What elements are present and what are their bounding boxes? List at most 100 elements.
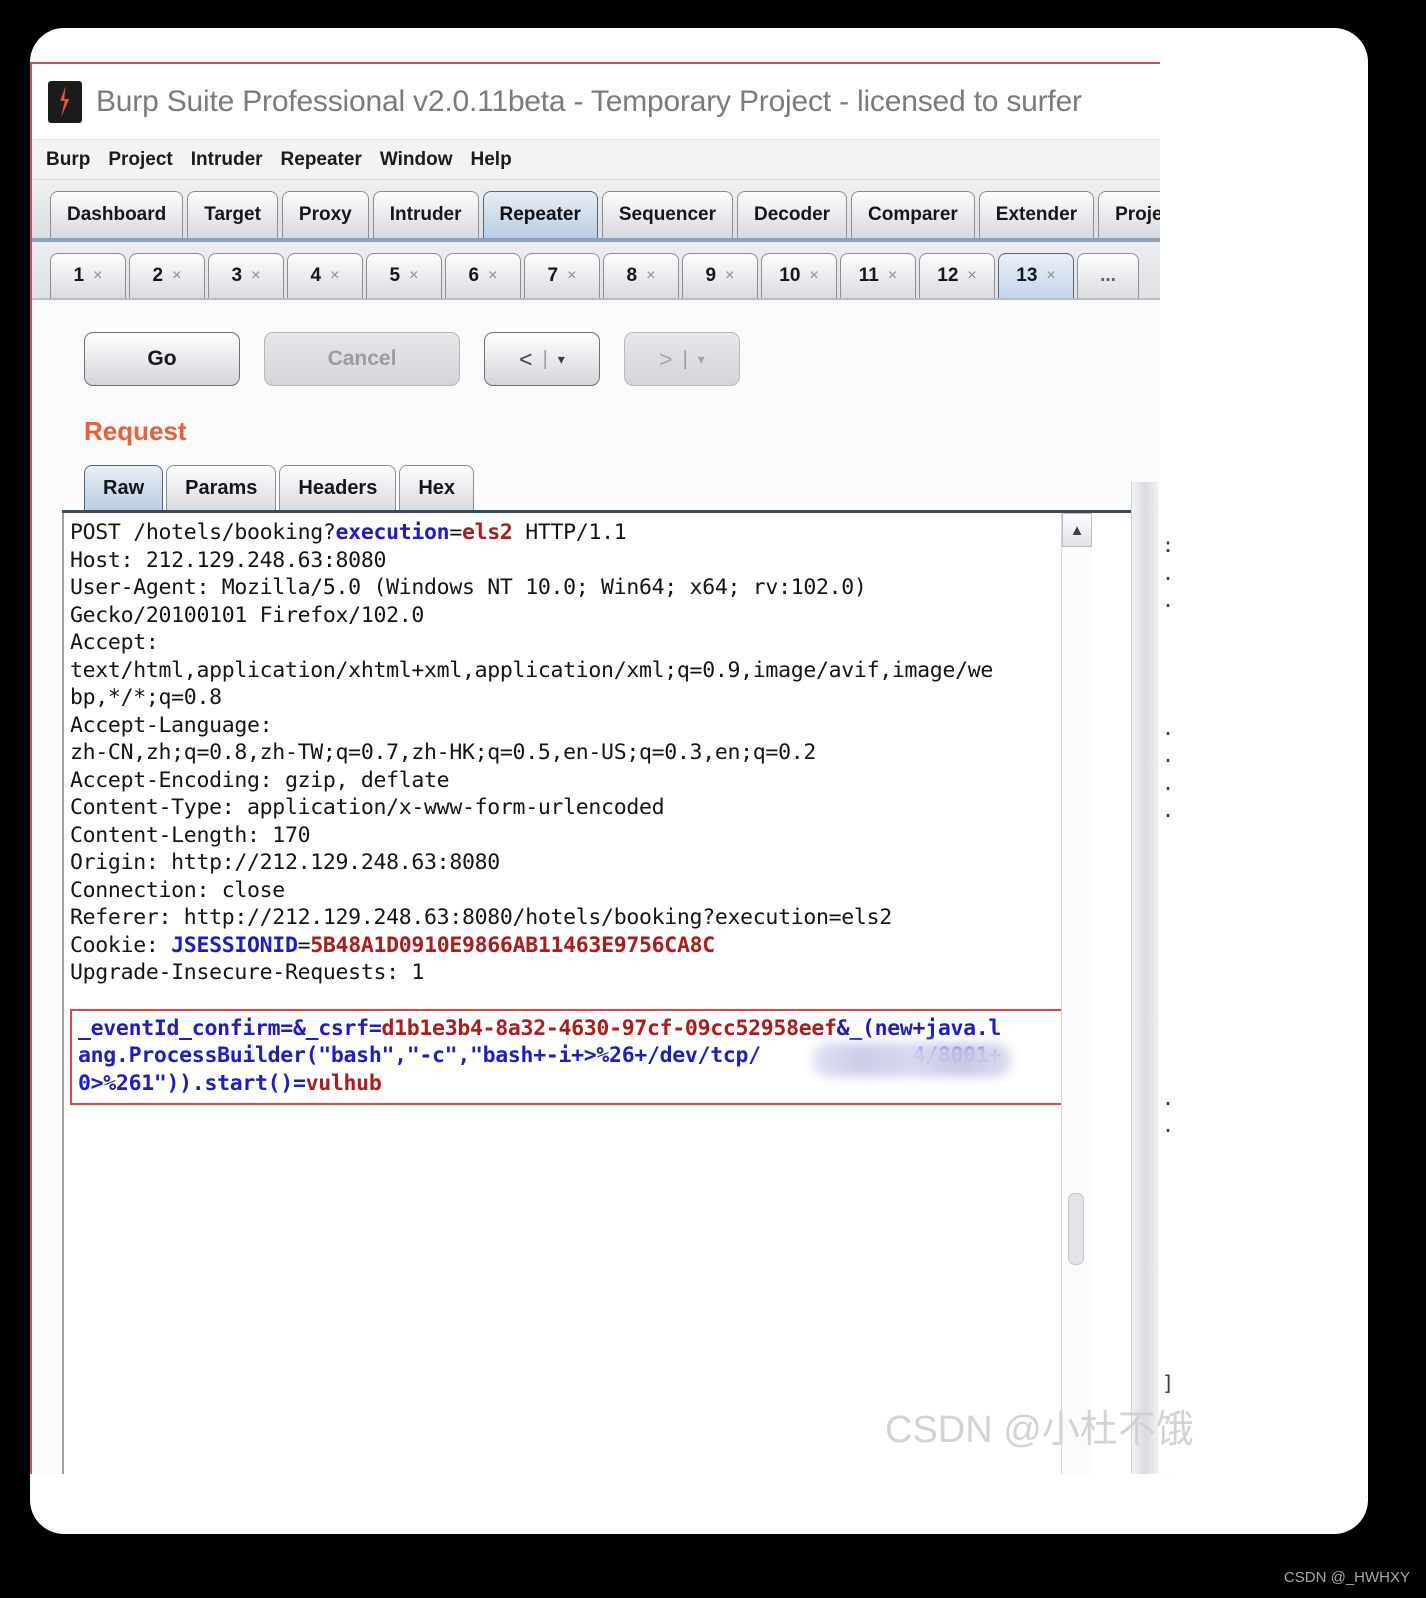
request-line: Upgrade-Insecure-Requests: 1 (70, 959, 1092, 987)
repeater-tab-9[interactable]: 9 × (682, 253, 758, 298)
response-fragment: : (1162, 533, 1175, 557)
response-fragment: . (1162, 1085, 1175, 1110)
repeater-tab-7-label: 7 (547, 265, 559, 286)
response-fragment: . (1162, 1113, 1175, 1137)
request-token: Accept-Encoding: gzip, deflate (70, 767, 450, 793)
repeater-tab-6-label: 6 (468, 265, 480, 286)
repeater-tab-1[interactable]: 1 × (50, 253, 126, 298)
repeater-tab-8[interactable]: 8 × (603, 253, 679, 298)
menu-item-repeater[interactable]: Repeater (281, 149, 362, 171)
tab-target[interactable]: Target (187, 191, 278, 238)
csdn-watermark: CSDN @小杜不饿 (885, 1409, 1194, 1451)
burp-suite-window: Burp Suite Professional v2.0.11beta - Te… (30, 62, 1160, 1474)
repeater-tab-2[interactable]: 2 × (129, 253, 205, 298)
request-token: Origin: http://212.129.248.63:8080 (70, 850, 500, 875)
tab-intruder[interactable]: Intruder (372, 191, 479, 238)
request-token: = (292, 1070, 306, 1096)
repeater-tab-6[interactable]: 6 × (445, 253, 521, 298)
request-editor-wrap: POST /hotels/booking?execution=els2 HTTP… (62, 510, 1134, 1474)
menu-item-help[interactable]: Help (471, 149, 512, 171)
request-line: _eventId_confirm=&_csrf=d1b1e3b4-8a32-46… (78, 1015, 1080, 1043)
repeater-tab-11[interactable]: 11 × (840, 253, 916, 298)
menu-item-project[interactable]: Project (108, 149, 172, 171)
close-icon[interactable]: × (251, 267, 260, 285)
repeater-tab-4[interactable]: 4 × (287, 253, 363, 298)
close-icon[interactable]: × (888, 267, 897, 285)
close-icon[interactable]: × (1046, 267, 1055, 285)
menu-item-burp[interactable]: Burp (46, 149, 90, 171)
repeater-tab-overflow[interactable]: ... (1077, 253, 1139, 298)
close-icon[interactable]: × (330, 267, 339, 285)
chevron-left-icon: < (519, 345, 533, 372)
tab-raw[interactable]: Raw (84, 465, 164, 510)
request-token: User-Agent: Mozilla/5.0 (Windows NT 10.0… (70, 575, 867, 600)
chevron-right-icon: > (659, 345, 673, 372)
close-icon[interactable]: × (172, 267, 181, 285)
tab-decoder[interactable]: Decoder (737, 191, 848, 238)
repeater-tab-13[interactable]: 13 × (998, 253, 1074, 298)
tab-hex[interactable]: Hex (399, 465, 475, 510)
repeater-tab-10[interactable]: 10 × (761, 253, 837, 298)
menu-bar: Burp Project Intruder Repeater Window He… (32, 140, 1160, 180)
close-icon[interactable]: × (967, 267, 976, 285)
tab-project[interactable]: Project (1098, 191, 1160, 238)
request-raw-editor[interactable]: POST /hotels/booking?execution=els2 HTTP… (62, 513, 1092, 1474)
request-line: Accept-Encoding: gzip, deflate (70, 767, 1092, 795)
window-scrollbar[interactable] (1131, 482, 1158, 1474)
close-icon[interactable]: × (409, 267, 418, 285)
repeater-tab-2-label: 2 (152, 265, 164, 286)
response-fragment: . (1162, 743, 1175, 767)
tab-proxy[interactable]: Proxy (281, 191, 369, 238)
main-tab-strip: Dashboard Target Proxy Intruder Repeater… (32, 180, 1160, 242)
go-button[interactable]: Go (84, 332, 240, 386)
request-token: = (449, 520, 462, 545)
highlighted-payload-block[interactable]: _eventId_confirm=&_csrf=d1b1e3b4-8a32-46… (70, 1008, 1088, 1105)
chevron-down-icon[interactable]: ▾ (698, 351, 705, 368)
tab-comparer[interactable]: Comparer (851, 191, 975, 238)
tab-extender[interactable]: Extender (978, 191, 1095, 238)
response-fragment: . (1162, 588, 1175, 612)
repeater-tab-10-label: 10 (779, 265, 801, 286)
response-fragment: . (1162, 770, 1175, 795)
menu-item-intruder[interactable]: Intruder (191, 149, 263, 171)
request-token: vulhub (305, 1070, 382, 1096)
request-token: Referer: http://212.129.248.63:8080/hote… (70, 905, 892, 930)
close-icon[interactable]: × (646, 267, 655, 285)
chevron-down-icon[interactable]: ▾ (558, 351, 565, 368)
close-icon[interactable]: × (725, 267, 734, 285)
repeater-tab-11-label: 11 (858, 265, 879, 286)
close-icon[interactable]: × (93, 267, 102, 285)
cancel-button[interactable]: Cancel (264, 332, 460, 386)
repeater-tab-1-label: 1 (73, 265, 85, 286)
repeater-tab-9-label: 9 (705, 265, 717, 286)
editor-scrollbar[interactable]: ▲ (1061, 513, 1092, 1474)
tab-sequencer[interactable]: Sequencer (601, 191, 733, 238)
request-token: Host: 212.129.248.63:8080 (70, 547, 387, 573)
request-subtabs: Raw Params Headers Hex (84, 465, 1160, 510)
repeater-tab-strip: 1 × 2 × 3 × 4 × 5 × 6 × 7 × 8 × 9 × 10 ×… (32, 242, 1160, 300)
menu-item-window[interactable]: Window (380, 149, 453, 171)
window-title: Burp Suite Professional v2.0.11beta - Te… (96, 84, 1082, 118)
request-token: execution (335, 520, 450, 545)
back-button[interactable]: < | ▾ (484, 332, 600, 386)
request-line: Accept-Language: (70, 712, 1092, 740)
close-icon[interactable]: × (809, 267, 818, 285)
repeater-tab-7[interactable]: 7 × (524, 253, 600, 298)
repeater-tab-8-label: 8 (626, 265, 638, 286)
request-token: Accept: (70, 630, 159, 655)
burp-logo-icon (48, 80, 82, 123)
scrollbar-thumb[interactable] (1068, 1193, 1084, 1265)
forward-button[interactable]: > | ▾ (624, 332, 740, 386)
request-line: POST /hotels/booking?execution=els2 HTTP… (70, 519, 1092, 547)
repeater-tab-12[interactable]: 12 × (919, 253, 995, 298)
tab-headers[interactable]: Headers (279, 465, 397, 510)
repeater-tab-5[interactable]: 5 × (366, 253, 442, 298)
tab-dashboard[interactable]: Dashboard (50, 191, 184, 238)
request-line: Gecko/20100101 Firefox/102.0 (70, 602, 1092, 630)
tab-repeater[interactable]: Repeater (482, 191, 598, 238)
tab-params[interactable]: Params (166, 465, 277, 510)
close-icon[interactable]: × (488, 267, 497, 285)
repeater-tab-3[interactable]: 3 × (208, 253, 284, 298)
close-icon[interactable]: × (567, 267, 576, 285)
scroll-up-icon[interactable]: ▲ (1062, 513, 1092, 547)
